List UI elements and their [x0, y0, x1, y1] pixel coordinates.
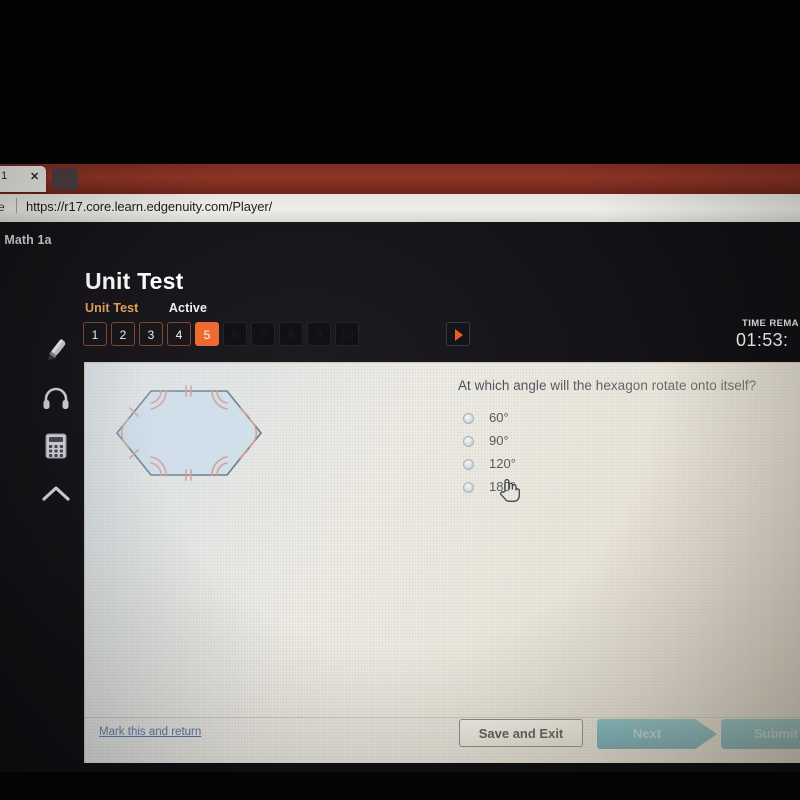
- close-icon[interactable]: ✕: [30, 170, 39, 183]
- footer-divider: [85, 717, 800, 718]
- browser-tab-title: ath 1: [0, 170, 8, 182]
- pager-next-button[interactable]: [446, 322, 470, 346]
- question-pager: 1 2 3 4 5 6 7 8 9 10: [83, 322, 363, 346]
- url-input[interactable]: https://r17.core.learn.edgenuity.com/Pla…: [26, 199, 272, 214]
- question-text: At which angle will the hexagon rotate o…: [458, 378, 757, 393]
- collapse-tool[interactable]: [36, 470, 76, 518]
- play-triangle-icon: [455, 329, 463, 341]
- photo-border-bottom: [0, 772, 800, 800]
- question-button-6[interactable]: 6: [223, 322, 247, 346]
- question-button-9[interactable]: 9: [307, 322, 331, 346]
- url-bar-prefix: re: [0, 200, 5, 214]
- new-tab-button[interactable]: [52, 168, 78, 190]
- answer-choice-label: 120°: [489, 456, 516, 471]
- hexagon-shape: [115, 390, 263, 476]
- photo-border-top: [0, 0, 800, 166]
- breadcrumb: ed Math 1a: [0, 233, 52, 247]
- tab-unit-test[interactable]: Unit Test: [85, 301, 138, 315]
- radio-button[interactable]: [463, 482, 474, 493]
- answer-choice-label: 90°: [489, 433, 509, 448]
- pencil-icon: [48, 339, 66, 361]
- question-button-10[interactable]: 10: [335, 322, 359, 346]
- question-button-7[interactable]: 7: [251, 322, 275, 346]
- answer-choice-label: 60°: [489, 410, 509, 425]
- timer-label: TIME REMA: [742, 318, 799, 329]
- tool-rail: [36, 326, 76, 518]
- mark-and-return-link[interactable]: Mark this and return: [99, 726, 201, 738]
- subtab-bar: Unit Test Active: [85, 299, 207, 317]
- question-button-1[interactable]: 1: [83, 322, 107, 346]
- question-button-2[interactable]: 2: [111, 322, 135, 346]
- timer-value: 01:53:: [736, 330, 789, 350]
- radio-button[interactable]: [463, 459, 474, 470]
- next-button[interactable]: Next: [597, 719, 717, 749]
- browser-tab-bar: [0, 164, 800, 194]
- answer-choice-label: 180°: [489, 479, 516, 494]
- submit-button[interactable]: Submit: [721, 719, 800, 749]
- tab-active[interactable]: Active: [169, 301, 207, 315]
- headphones-icon: [43, 387, 69, 409]
- question-button-8[interactable]: 8: [279, 322, 303, 346]
- highlighter-tool[interactable]: [36, 326, 76, 374]
- save-and-exit-button[interactable]: Save and Exit: [459, 719, 583, 747]
- radio-button[interactable]: [463, 436, 474, 447]
- radio-button[interactable]: [463, 413, 474, 424]
- question-button-4[interactable]: 4: [167, 322, 191, 346]
- question-button-3[interactable]: 3: [139, 322, 163, 346]
- url-bar-divider: [16, 198, 17, 213]
- calculator-tool[interactable]: [36, 422, 76, 470]
- chevron-up-icon: [42, 486, 70, 501]
- audio-tool[interactable]: [36, 374, 76, 422]
- screenshot-root: ath 1 ✕ re https://r17.core.learn.edgenu…: [0, 0, 800, 800]
- question-panel: At which angle will the hexagon rotate o…: [84, 362, 800, 763]
- hexagon-figure: [113, 383, 265, 483]
- next-button-label: Next: [632, 726, 662, 741]
- question-button-5[interactable]: 5: [195, 322, 219, 346]
- calculator-icon: [45, 433, 67, 459]
- page-title: Unit Test: [85, 268, 184, 294]
